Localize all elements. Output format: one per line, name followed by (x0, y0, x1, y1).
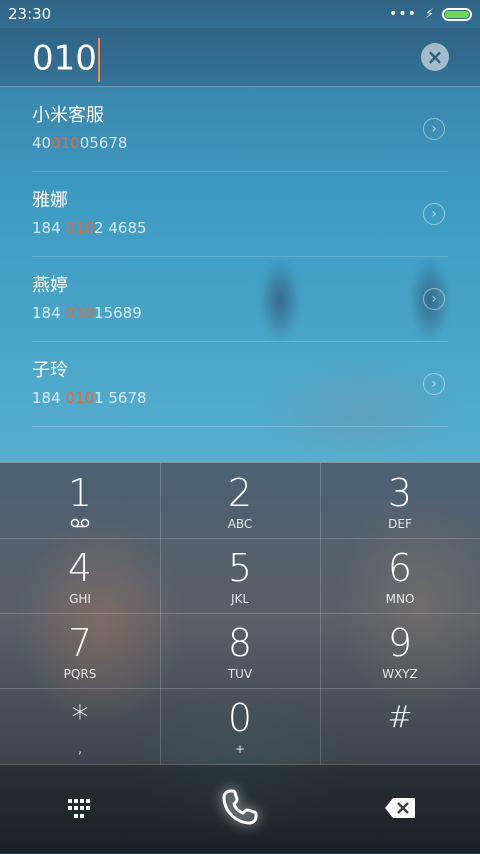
phone-call-icon (222, 789, 258, 825)
keypad-grid-icon (68, 799, 92, 819)
close-icon: × (426, 45, 444, 69)
contact-number: 184 0102 4685 (32, 219, 147, 237)
number-match-highlight: 010 (65, 389, 95, 407)
clear-input-button[interactable]: × (421, 43, 449, 71)
dial-keypad: 1 2 ABC 3 DEF 4 GHI 5 JKL 6 MNO 7 PQRS 8… (0, 462, 480, 765)
dialer-bottom-bar (0, 764, 480, 854)
dial-number-text: 010 (32, 38, 97, 79)
key-2[interactable]: 2 ABC (160, 463, 320, 538)
key-1[interactable]: 1 (0, 463, 160, 538)
key-digit: 1 (67, 471, 93, 515)
number-match-highlight: 010 (65, 219, 95, 237)
key-letters: TUV (227, 667, 253, 681)
toggle-keypad-button[interactable] (0, 765, 160, 854)
key-8[interactable]: 8 TUV (160, 613, 320, 688)
contact-row[interactable]: 燕婷 184 01015689 › (32, 257, 448, 342)
key-digit: 8 (227, 621, 253, 665)
signal-dots-icon: ••• (389, 6, 417, 22)
key-digit: 0 (227, 696, 253, 740)
backspace-button[interactable] (320, 765, 480, 854)
key-0[interactable]: 0 + (160, 688, 320, 763)
key-3[interactable]: 3 DEF (320, 463, 480, 538)
key-5[interactable]: 5 JKL (160, 538, 320, 613)
contact-number: 184 01015689 (32, 304, 142, 322)
key-digit: 9 (387, 621, 413, 665)
key-9[interactable]: 9 WXYZ (320, 613, 480, 688)
key-letters: PQRS (63, 667, 97, 681)
key-digit: # (387, 700, 413, 735)
text-caret (97, 38, 100, 82)
contact-number: 4001005678 (32, 134, 128, 152)
key-7[interactable]: 7 PQRS (0, 613, 160, 688)
number-match-highlight: 010 (51, 134, 80, 152)
dial-number-input[interactable]: 010 (32, 38, 100, 82)
backspace-icon (385, 798, 415, 818)
key-letters: GHI (69, 592, 91, 606)
key-digit: 2 (227, 471, 253, 515)
call-button[interactable] (160, 765, 320, 854)
charging-icon: ⚡ (424, 6, 434, 22)
chevron-right-circle-icon[interactable]: › (423, 203, 445, 225)
chevron-right-circle-icon[interactable]: › (423, 288, 445, 310)
contact-suggestions-list: 小米客服 4001005678 › 雅娜 184 0102 4685 › 燕婷 … (0, 87, 480, 427)
contact-name: 雅娜 (32, 190, 68, 211)
key-star[interactable]: * , (0, 688, 160, 763)
key-4[interactable]: 4 GHI (0, 538, 160, 613)
key-digit: * (71, 698, 89, 738)
dial-input-row: 010 × (0, 28, 480, 87)
contact-row[interactable]: 雅娜 184 0102 4685 › (32, 172, 448, 257)
key-hash[interactable]: # (320, 688, 480, 763)
key-letters: ABC (227, 517, 253, 531)
key-letters: JKL (230, 592, 250, 606)
chevron-right-circle-icon[interactable]: › (423, 373, 445, 395)
key-letters: + (234, 742, 246, 756)
contact-name: 子玲 (32, 360, 68, 381)
voicemail-icon (0, 517, 160, 531)
contact-name: 燕婷 (32, 275, 68, 296)
key-letters: WXYZ (382, 667, 418, 681)
key-digit: 5 (227, 546, 253, 590)
chevron-right-circle-icon[interactable]: › (423, 118, 445, 140)
contact-row[interactable]: 小米客服 4001005678 › (32, 87, 448, 172)
key-letters: DEF (388, 517, 412, 531)
key-letters: , (78, 742, 82, 756)
number-match-highlight: 010 (65, 304, 95, 322)
status-bar: 23:30 ••• ⚡ (0, 0, 480, 28)
contact-number: 184 0101 5678 (32, 389, 147, 407)
key-6[interactable]: 6 MNO (320, 538, 480, 613)
contact-name: 小米客服 (32, 105, 104, 126)
contact-row[interactable]: 子玲 184 0101 5678 › (32, 342, 448, 427)
status-icons: ••• ⚡ (389, 6, 472, 22)
key-digit: 4 (67, 546, 93, 590)
key-digit: 3 (387, 471, 413, 515)
battery-icon (442, 7, 472, 21)
key-digit: 7 (67, 621, 93, 665)
status-time: 23:30 (8, 5, 52, 23)
key-digit: 6 (387, 546, 413, 590)
key-letters: MNO (385, 592, 415, 606)
